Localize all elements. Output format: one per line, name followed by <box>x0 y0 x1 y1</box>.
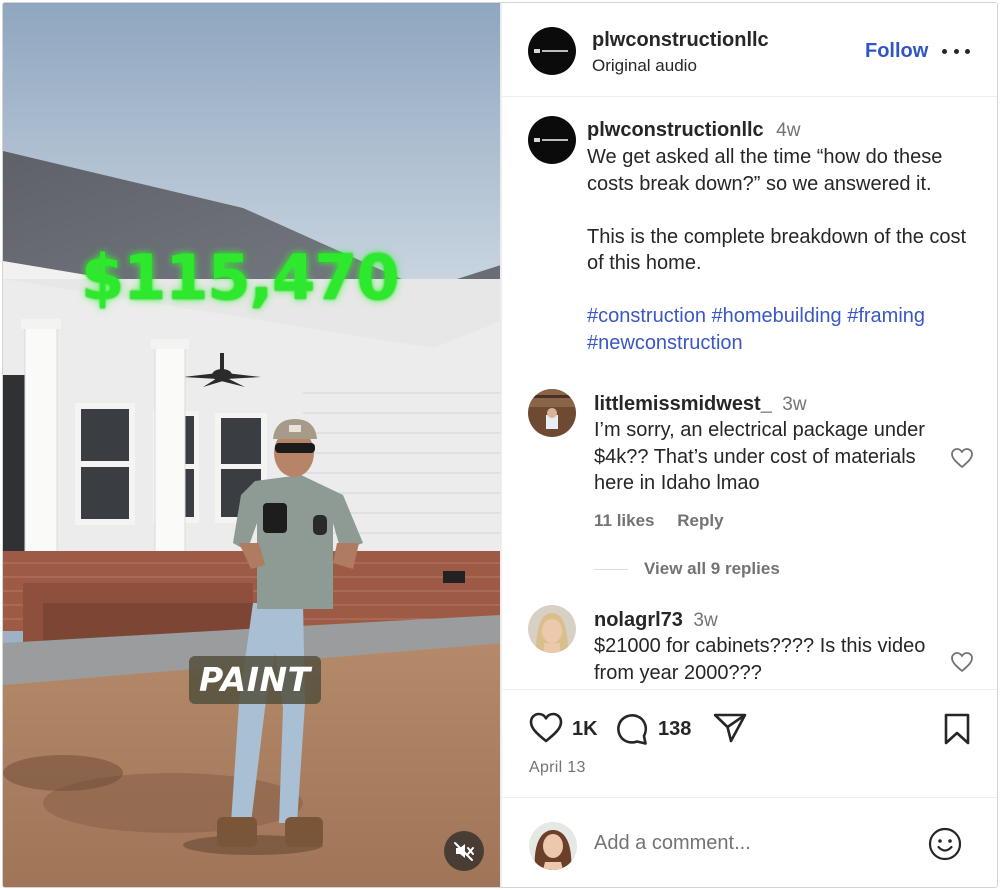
author-username[interactable]: plwconstructionllc <box>592 29 769 52</box>
category-overlay-label: PAINT <box>189 656 321 704</box>
author-avatar[interactable] <box>528 27 576 75</box>
hashtag-link[interactable]: #construction <box>587 305 706 327</box>
like-heart-icon[interactable] <box>529 712 563 744</box>
caption-paragraph-2: This is the complete breakdown of the co… <box>587 225 967 275</box>
add-comment-input[interactable] <box>594 832 894 855</box>
mute-button[interactable] <box>444 831 484 871</box>
hashtag-link[interactable]: #newconstruction <box>587 332 743 354</box>
comment-likes-count[interactable]: 11 likes <box>594 511 655 530</box>
comment-bubble-icon[interactable] <box>615 712 649 746</box>
dot <box>953 48 959 54</box>
caption-header: plwconstructionllc 4w <box>587 119 800 142</box>
caption-username[interactable]: plwconstructionllc <box>587 119 764 141</box>
post-date[interactable]: April 13 <box>529 759 586 777</box>
view-replies-label: View all 9 replies <box>644 559 780 578</box>
caption-hashtags: #construction #homebuilding #framing #ne… <box>587 303 987 356</box>
comment-text: I’m sorry, an electrical package under $… <box>594 419 925 494</box>
speaker-muted-icon <box>454 842 474 861</box>
replies-divider <box>594 568 628 570</box>
post-details-panel: plwconstructionllc Original audio Follow… <box>501 3 997 887</box>
comment-text: $21000 for cabinets???? Is this video fr… <box>594 635 926 684</box>
comment-header: littlemissmidwest_ 3w <box>594 393 807 416</box>
dot <box>965 48 970 54</box>
avatar-photo <box>528 605 576 653</box>
comment-username[interactable]: littlemissmidwest_ <box>594 393 772 415</box>
comment-timestamp[interactable]: 3w <box>782 394 806 415</box>
comment-username[interactable]: nolagrl73 <box>594 609 683 631</box>
more-horizontal-icon <box>942 48 947 54</box>
current-user-avatar[interactable] <box>529 822 577 870</box>
hashtag-link[interactable]: #homebuilding <box>712 305 842 327</box>
caption-paragraph-1: We get asked all the time “how do these … <box>587 146 943 195</box>
reel-video[interactable]: $115,470 PAINT <box>3 3 501 887</box>
post-header: plwconstructionllc Original audio Follow <box>502 3 997 97</box>
avatar-photo <box>528 389 576 437</box>
audio-label[interactable]: Original audio <box>592 56 697 76</box>
share-paper-plane-icon[interactable] <box>713 712 747 744</box>
comment-composer <box>502 797 997 887</box>
follow-button[interactable]: Follow <box>865 40 928 63</box>
comment-count[interactable]: 138 <box>658 718 691 741</box>
comment-meta: 11 likes Reply <box>594 511 724 531</box>
price-overlay-text: $115,470 <box>81 241 400 314</box>
avatar-photo <box>529 822 577 870</box>
brand-logo-icon <box>534 49 568 53</box>
comment-timestamp[interactable]: 3w <box>693 610 717 631</box>
caption-text: We get asked all the time “how do these … <box>587 144 987 356</box>
commenter-avatar[interactable] <box>528 605 576 653</box>
reply-button[interactable]: Reply <box>677 511 723 530</box>
comment-header: nolagrl73 3w <box>594 609 718 632</box>
like-count[interactable]: 1K <box>572 718 598 741</box>
commenter-avatar[interactable] <box>528 389 576 437</box>
hashtag-link[interactable]: #framing <box>847 305 925 327</box>
like-comment-heart-icon[interactable] <box>950 447 974 469</box>
view-replies-button[interactable]: View all 9 replies <box>594 559 780 579</box>
video-frame-illustration <box>3 3 501 887</box>
brand-logo-icon <box>534 138 568 142</box>
more-options-button[interactable] <box>942 41 970 61</box>
emoji-smiley-icon[interactable] <box>927 826 963 862</box>
post-modal: $115,470 PAINT plwconstructionllc Origin… <box>2 2 998 888</box>
save-bookmark-icon[interactable] <box>942 712 972 746</box>
post-actions-bar: 1K 138 April 13 <box>502 689 997 789</box>
caption-timestamp[interactable]: 4w <box>776 120 800 141</box>
caption-author-avatar[interactable] <box>528 116 576 164</box>
like-comment-heart-icon[interactable] <box>950 651 974 673</box>
